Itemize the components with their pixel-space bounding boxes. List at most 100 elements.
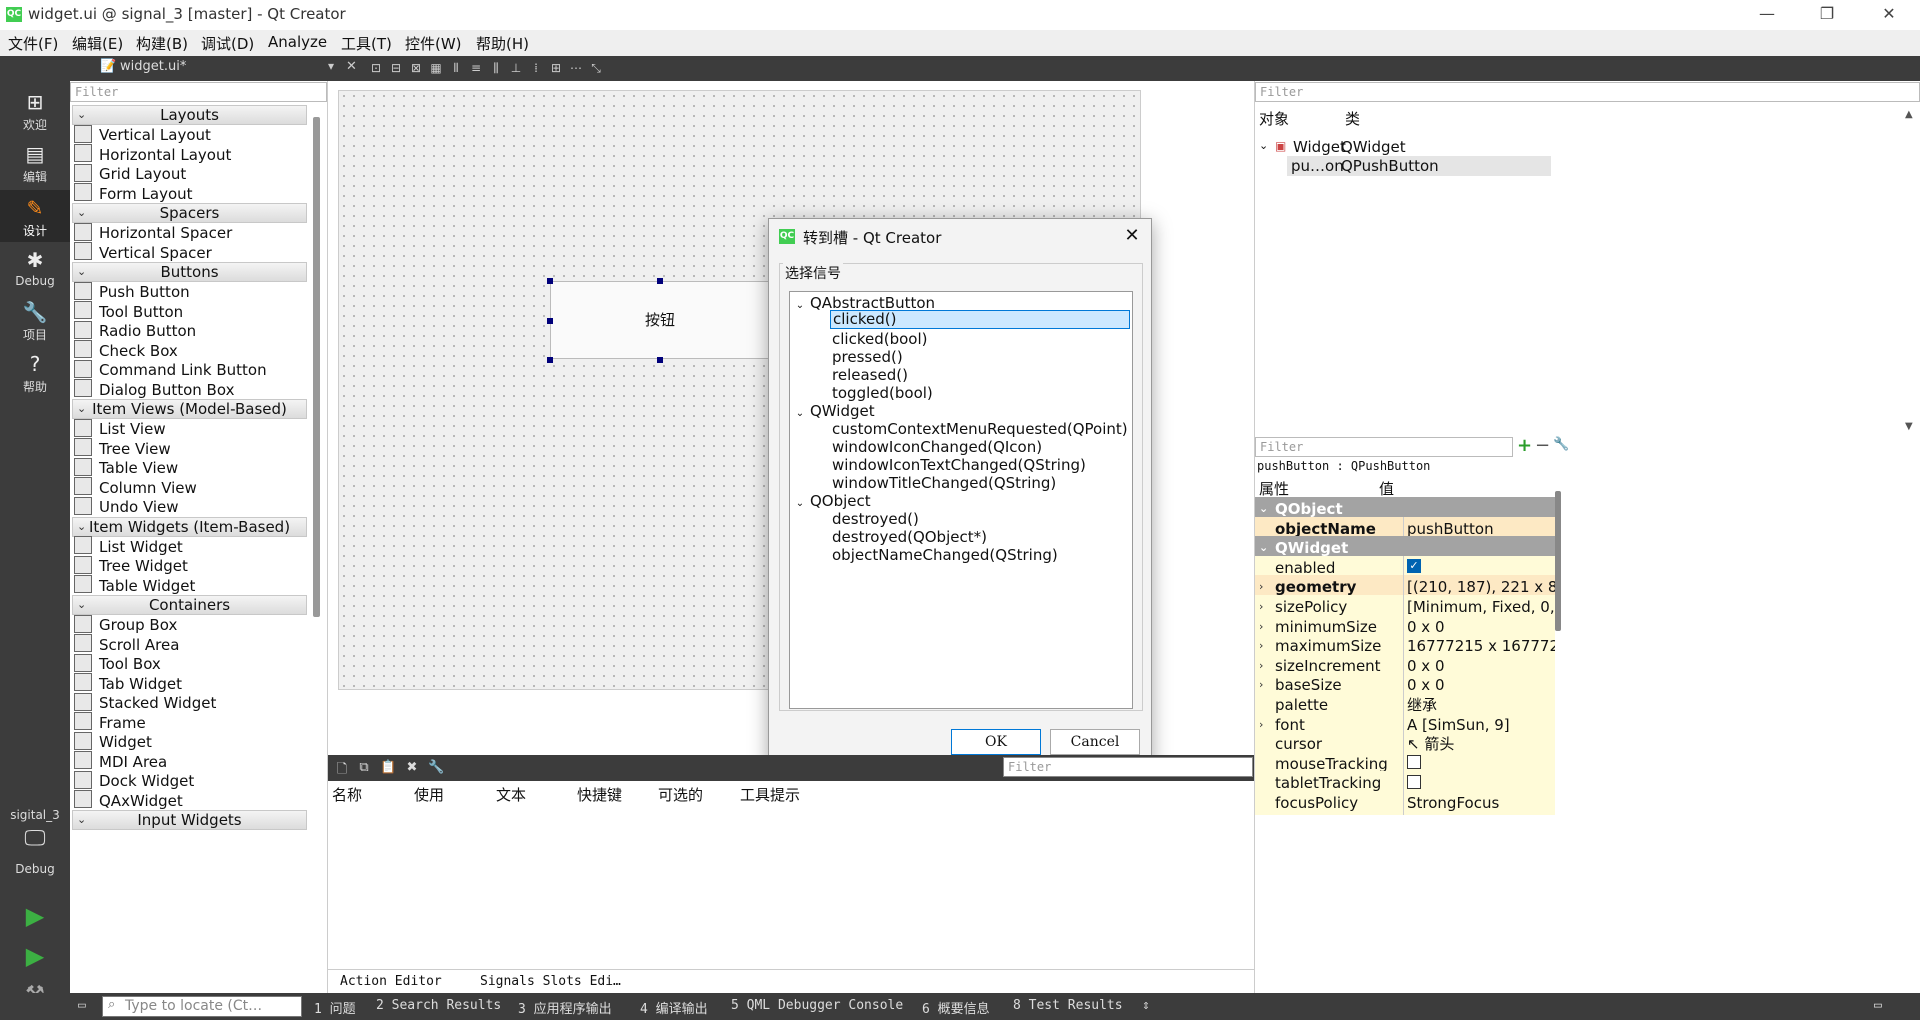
- mode-debug[interactable]: ✱ Debug: [0, 242, 70, 294]
- category-buttons[interactable]: ⌄ Buttons: [72, 262, 307, 282]
- col-text[interactable]: 文本: [496, 784, 526, 805]
- selection-handle[interactable]: [547, 278, 553, 284]
- selection-handle[interactable]: [657, 278, 663, 284]
- toggle-output-icon[interactable]: ▭: [1874, 998, 1882, 1013]
- output-pane-compile-output[interactable]: 4 编译输出: [640, 998, 708, 1017]
- widget-item-dialog-button-box[interactable]: Dialog Button Box: [74, 379, 234, 400]
- widget-box-scrollbar[interactable]: [313, 117, 320, 617]
- add-property-icon[interactable]: +: [1517, 435, 1532, 456]
- edit-buddies-icon[interactable]: ⊠: [408, 60, 424, 76]
- widget-item-check-box[interactable]: Check Box: [74, 340, 178, 361]
- widget-item-list-widget[interactable]: List Widget: [74, 536, 183, 557]
- debug-run-icon[interactable]: ▶: [0, 942, 70, 970]
- signal-item[interactable]: clicked(): [830, 310, 1130, 329]
- layout-vertical-icon[interactable]: ≡: [468, 60, 484, 76]
- signal-item[interactable]: objectNameChanged(QString): [832, 544, 1058, 566]
- menu-widgets[interactable]: 控件(W): [405, 33, 462, 54]
- selection-handle[interactable]: [547, 318, 553, 324]
- widget-item-tool-button[interactable]: Tool Button: [74, 301, 183, 322]
- cancel-button[interactable]: Cancel: [1050, 729, 1140, 755]
- col-used[interactable]: 使用: [414, 784, 444, 805]
- widget-item-horizontal-spacer[interactable]: Horizontal Spacer: [74, 222, 232, 243]
- widget-item-stacked-widget[interactable]: Stacked Widget: [74, 692, 216, 713]
- widget-item-horizontal-layout[interactable]: Horizontal Layout: [74, 144, 231, 165]
- output-pane-general-messages[interactable]: 6 概要信息: [922, 998, 990, 1017]
- layout-v-splitter-icon[interactable]: ⊥: [508, 60, 524, 76]
- widget-item-tool-box[interactable]: Tool Box: [74, 653, 161, 674]
- category-spacers[interactable]: ⌄ Spacers: [72, 203, 307, 223]
- widget-item-vertical-layout[interactable]: Vertical Layout: [74, 124, 211, 145]
- scroll-up-icon[interactable]: ▲: [1905, 109, 1913, 120]
- locator-input[interactable]: Type to locate (Ct…: [102, 996, 302, 1017]
- scroll-down-icon[interactable]: ▼: [1905, 421, 1913, 432]
- widget-item-vertical-spacer[interactable]: Vertical Spacer: [74, 242, 212, 263]
- new-action-icon[interactable]: 🗋: [334, 760, 350, 777]
- widget-item-table-view[interactable]: Table View: [74, 457, 178, 478]
- layout-form-icon[interactable]: ⁞: [528, 60, 544, 76]
- close-window-button[interactable]: ✕: [1866, 0, 1912, 30]
- category-input-widgets[interactable]: ⌄ Input Widgets: [72, 810, 307, 830]
- edit-tab-order-icon[interactable]: ▦: [428, 60, 444, 76]
- col-name[interactable]: 名称: [332, 784, 362, 805]
- toggle-sidebar-icon[interactable]: ▭: [78, 998, 86, 1013]
- output-pane-more-icon[interactable]: ⇕: [1142, 998, 1150, 1013]
- tab-action-editor[interactable]: Action Editor: [340, 974, 442, 989]
- selection-handle[interactable]: [547, 357, 553, 363]
- widget-item-mdi-area[interactable]: MDI Area: [74, 751, 167, 772]
- kit-selector-monitor-icon[interactable]: 🖵: [0, 826, 70, 851]
- widget-box-filter[interactable]: Filter: [70, 82, 327, 102]
- edit-widgets-icon[interactable]: ⊡: [368, 60, 384, 76]
- break-layout-icon[interactable]: ⋯: [568, 60, 584, 76]
- widget-item-form-layout[interactable]: Form Layout: [74, 183, 193, 204]
- dialog-close-button[interactable]: ✕: [1115, 221, 1149, 251]
- widget-item-grid-layout[interactable]: Grid Layout: [74, 163, 186, 184]
- mode-help[interactable]: ? 帮助: [0, 346, 70, 398]
- delete-action-icon[interactable]: ✖: [404, 760, 420, 776]
- property-config-icon[interactable]: 🔧: [1553, 437, 1569, 452]
- widget-item-tab-widget[interactable]: Tab Widget: [74, 673, 182, 694]
- col-tooltip[interactable]: 工具提示: [740, 784, 800, 805]
- col-checkable[interactable]: 可选的: [658, 784, 703, 805]
- minimize-button[interactable]: —: [1744, 0, 1790, 30]
- mode-edit[interactable]: ▤ 编辑: [0, 136, 70, 188]
- layout-horizontal-icon[interactable]: ⦀: [448, 60, 464, 76]
- widget-item-list-view[interactable]: List View: [74, 418, 166, 439]
- widget-item-column-view[interactable]: Column View: [74, 477, 197, 498]
- category-containers[interactable]: ⌄ Containers: [72, 595, 307, 615]
- document-dropdown-icon[interactable]: ▾: [328, 59, 334, 73]
- widget-item-frame[interactable]: Frame: [74, 712, 146, 733]
- menu-debug[interactable]: 调试(D): [201, 33, 254, 54]
- restore-button[interactable]: ❐: [1804, 0, 1850, 30]
- form-push-button[interactable]: 按钮: [550, 281, 770, 359]
- output-pane-issues[interactable]: 1 问题: [314, 998, 356, 1017]
- widget-item-radio-button[interactable]: Radio Button: [74, 320, 196, 341]
- menu-edit[interactable]: 编辑(E): [72, 33, 123, 54]
- col-class[interactable]: 类: [1345, 108, 1360, 129]
- tree-expand-icon[interactable]: ⌄: [1259, 139, 1268, 152]
- col-property[interactable]: 属性: [1259, 478, 1289, 499]
- run-icon[interactable]: ▶: [0, 902, 70, 930]
- configure-icon[interactable]: 🔧: [428, 760, 444, 776]
- menu-analyze[interactable]: Analyze: [268, 33, 327, 51]
- widget-item-widget[interactable]: Widget: [74, 731, 152, 752]
- col-shortcut[interactable]: 快捷键: [577, 784, 622, 805]
- property-scrollbar[interactable]: [1555, 491, 1561, 631]
- paste-action-icon[interactable]: 📋: [380, 760, 396, 776]
- property-value[interactable]: StrongFocus: [1407, 791, 1555, 815]
- widget-item-command-link-button[interactable]: Command Link Button: [74, 359, 267, 380]
- close-document-button[interactable]: ✕: [346, 59, 357, 74]
- ok-button[interactable]: OK: [951, 729, 1041, 755]
- widget-item-tree-view[interactable]: Tree View: [74, 438, 171, 459]
- widget-item-group-box[interactable]: Group Box: [74, 614, 177, 635]
- object-row-widget-name[interactable]: Widget: [1293, 138, 1346, 156]
- widget-item-push-button[interactable]: Push Button: [74, 281, 190, 302]
- menu-help[interactable]: 帮助(H): [476, 33, 529, 54]
- adjust-size-icon[interactable]: ⤡: [588, 60, 604, 76]
- menu-file[interactable]: 文件(F): [8, 33, 58, 54]
- property-filter[interactable]: Filter: [1255, 437, 1513, 457]
- edit-signals-slots-icon[interactable]: ⊟: [388, 60, 404, 76]
- mode-projects[interactable]: 🔧 项目: [0, 294, 70, 346]
- output-pane-search-results[interactable]: 2 Search Results: [376, 998, 501, 1013]
- widget-item-table-widget[interactable]: Table Widget: [74, 575, 195, 596]
- selection-handle[interactable]: [657, 357, 663, 363]
